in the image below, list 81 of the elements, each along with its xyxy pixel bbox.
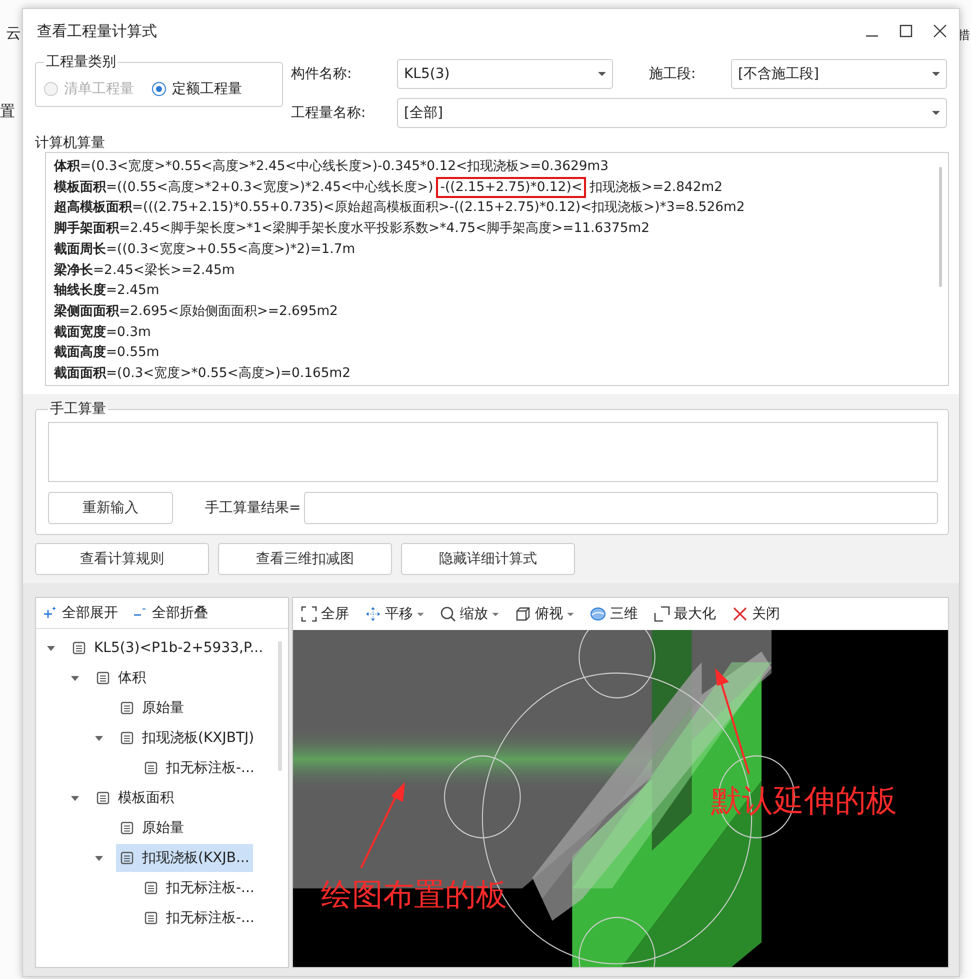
close-icon [732,606,748,622]
scrollbar[interactable] [278,641,282,771]
fullscreen-icon [301,606,317,622]
expand-caret-icon[interactable] [46,643,56,653]
toolbar-button[interactable]: 最大化 [654,605,716,623]
toolbar-button[interactable]: 关闭 [732,605,780,623]
document-icon [144,761,158,775]
component-dropdown[interactable]: KL5(3) [397,59,613,89]
zoom-icon [440,606,456,622]
tree-item[interactable]: 扣无标注板-... [140,874,258,902]
document-icon [144,881,158,895]
caret-icon [598,71,606,77]
toolbar-button[interactable]: 平移 [365,605,424,623]
background-text: 云 [6,24,21,43]
formula-line: 体积=(0.3<宽度>*0.55<高度>*2.45<中心线长度>)-0.345*0.12<扣现浇板>=0.3629m3 [54,158,610,176]
document-icon [96,671,110,685]
window-title: 查看工程量计算式 [37,22,157,40]
action-button[interactable]: 隐藏详细计算式 [401,543,575,575]
action-button[interactable]: 查看三维扣减图 [218,543,392,575]
tree-item[interactable]: 扣无标注板-... [140,904,258,932]
caret-icon [932,110,940,116]
tree-item[interactable]: 扣现浇板(KXJBTJ) [116,724,258,752]
pan-icon [365,606,381,622]
expand-caret-icon[interactable] [70,673,80,683]
document-icon [144,911,158,925]
formula-line: 轴线长度=2.45m [54,282,160,300]
formula-line: 模板面积=((0.55<高度>*2+0.3<宽度>)*2.45<中心线长度>) -((2.15+2.75)*0.12)< 扣现浇板>=2.842m2 [54,178,926,198]
expand-all-button[interactable]: 全部展开 [44,604,118,622]
tree-item[interactable]: 模板面积 [92,784,178,812]
maximize-icon[interactable] [899,24,913,38]
expand-icon [44,607,56,619]
expand-caret-icon[interactable] [94,733,104,743]
tree-item[interactable]: 体积 [92,664,150,692]
formula-line: 截面高度=0.55m [54,344,160,362]
field-label: 构件名称: [291,65,353,83]
quantity-name-dropdown[interactable]: [全部] [397,98,947,128]
close-icon[interactable] [933,24,947,38]
document-icon [120,701,134,715]
reenter-button[interactable]: 重新输入 [48,492,173,524]
toolbar-button[interactable]: 缩放 [440,605,499,623]
background-text: 置 [0,102,15,121]
document-icon [120,821,134,835]
tree-item[interactable]: 扣无标注板-... [140,754,258,782]
annotation-text: 绘图布置的板 [321,876,507,915]
caret-icon [932,71,940,77]
collapse-all-button[interactable]: 全部折叠 [134,604,208,622]
scrollbar[interactable] [939,167,942,287]
document-icon [96,791,110,805]
field-label: 施工段: [649,65,697,83]
formula-line: 超高模板面积=(((2.75+2.15)*0.55+0.735)<原始超高模板面积>-((2.15+2.75)*0.12)<扣现浇板>)*3=8.526m2 [54,198,746,218]
radio-option[interactable]: 定额工程量 [152,80,242,98]
group-legend: 手工算量 [48,400,108,418]
section-label: 计算机算量 [35,134,106,152]
action-button[interactable]: 查看计算规则 [35,543,209,575]
formula-line: 梁侧面面积=2.695<原始侧面面积>=2.695m2 [54,302,339,321]
toolbar-button[interactable]: 俯视 [515,605,574,623]
formula-line: 截面宽度=0.3m [54,324,152,342]
formula-line: 梁净长=2.45<梁长>=2.45m [54,262,236,280]
toolbar-button[interactable]: 三维 [590,605,638,623]
result-field[interactable] [304,492,938,524]
formula-line: 截面面积=(0.3<宽度>*0.55<高度>)=0.165m2 [54,365,352,384]
maximize-icon [654,606,670,622]
document-icon [72,641,86,655]
field-label: 工程量名称: [291,104,367,122]
tree-item[interactable]: 原始量 [116,814,188,842]
threed-icon [590,606,606,622]
expand-caret-icon[interactable] [70,793,80,803]
stage-dropdown[interactable]: [不含施工段] [731,59,947,89]
formula-line: 截面周长=((0.3<宽度>+0.55<高度>)*2)=1.7m [54,240,356,259]
document-icon [120,851,134,865]
toolbar-button[interactable]: 全屏 [301,605,349,623]
document-icon [120,731,134,745]
tree-item[interactable]: 原始量 [116,694,188,722]
result-label: 手工算量结果= [205,499,301,517]
group-legend: 工程量类别 [44,53,118,71]
tree-item[interactable]: KL5(3)<P1b-2+5933,P... [68,634,268,662]
formula-line: 脚手架面积=2.45<脚手架长度>*1<梁脚手架长度水平投影系数>*4.75<脚手架高度>=11.6375m2 [54,220,650,238]
topview-icon [515,606,531,622]
tree-item[interactable]: 扣现浇板(KXJB... [116,844,254,872]
expand-caret-icon[interactable] [94,853,104,863]
manual-input-field[interactable] [48,422,938,482]
